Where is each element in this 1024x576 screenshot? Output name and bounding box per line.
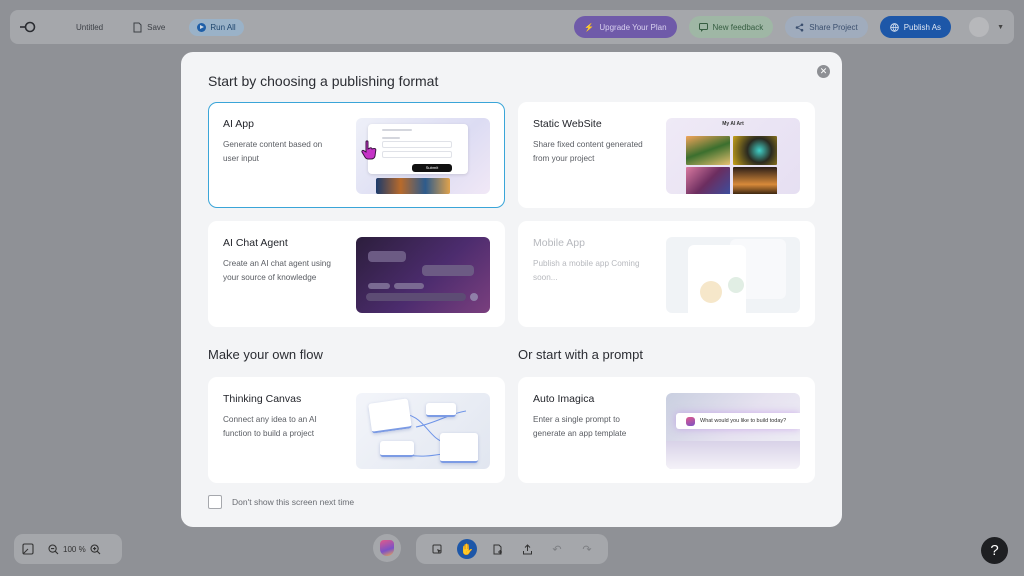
imagica-logo-icon: [686, 416, 695, 426]
undo-icon[interactable]: ↶: [547, 539, 567, 559]
share-project-button[interactable]: Share Project: [785, 16, 868, 38]
feedback-label: New feedback: [712, 22, 764, 32]
save-button[interactable]: Save: [133, 22, 165, 33]
card-auto-imagica[interactable]: Auto Imagica Enter a single prompt to ge…: [518, 377, 815, 483]
zoom-value: 100: [63, 544, 77, 554]
zoom-out-icon[interactable]: [48, 543, 59, 555]
card-ai-chat-agent[interactable]: AI Chat Agent Create an AI chat agent us…: [208, 221, 505, 327]
zoom-in-icon[interactable]: [90, 543, 101, 555]
prompt-question: What would you like to build today?: [700, 418, 787, 424]
ai-chat-agent-preview: [356, 237, 490, 313]
card-title: AI App: [223, 118, 254, 130]
feedback-button[interactable]: New feedback: [688, 16, 774, 38]
website-header: My AI Art: [722, 121, 744, 127]
zoom-unit: %: [78, 544, 86, 554]
card-static-website[interactable]: Static WebSite Share fixed content gener…: [518, 102, 815, 208]
app-logo[interactable]: [20, 21, 40, 33]
section-own-flow: Make your own flow: [208, 347, 323, 362]
globe-icon: [889, 22, 899, 32]
card-description: Generate content based on user input: [223, 140, 323, 163]
lightning-icon: ⚡: [584, 22, 595, 32]
card-description: Share fixed content generated from your …: [533, 140, 643, 163]
card-description: Publish a mobile app Coming soon...: [533, 259, 640, 282]
file-icon: [133, 22, 142, 32]
card-mobile-app: Mobile App Publish a mobile app Coming s…: [518, 221, 815, 327]
top-toolbar: Untitled Save Run All ⚡ Upgrade Your Pla…: [10, 10, 1014, 44]
card-description: Enter a single prompt to generate an app…: [533, 415, 627, 438]
pointer-hand-icon: [361, 140, 377, 160]
card-title: Auto Imagica: [533, 393, 595, 405]
hand-tool-icon[interactable]: ✋: [457, 539, 477, 559]
imagica-logo-icon: [380, 540, 394, 556]
minimap-icon[interactable]: [22, 543, 34, 555]
add-note-icon[interactable]: [487, 539, 507, 559]
help-button[interactable]: ?: [981, 537, 1008, 564]
section-start-prompt: Or start with a prompt: [518, 347, 643, 362]
save-label: Save: [147, 22, 166, 32]
chevron-down-icon[interactable]: ▼: [997, 24, 1004, 31]
modal-title: Start by choosing a publishing format: [208, 73, 439, 89]
card-title: Thinking Canvas: [223, 393, 302, 405]
close-icon[interactable]: ✕: [817, 65, 830, 78]
run-all-label: Run All: [210, 22, 236, 32]
zoom-controls: 100 %: [14, 534, 122, 564]
card-title: AI Chat Agent: [223, 237, 288, 249]
card-description: Connect any idea to an AI function to bu…: [223, 415, 317, 438]
dont-show-row: Don't show this screen next time: [208, 495, 354, 509]
user-avatar[interactable]: [969, 17, 990, 37]
imagica-logo-button[interactable]: [373, 534, 401, 562]
card-description: Create an AI chat agent using your sourc…: [223, 259, 331, 282]
mobile-app-preview: [666, 237, 800, 313]
thinking-canvas-preview: [356, 393, 490, 469]
project-name[interactable]: Untitled: [76, 23, 103, 32]
feedback-icon: [698, 22, 708, 32]
redo-icon[interactable]: ↷: [577, 539, 597, 559]
canvas-tools: ✋ ↶ ↷: [416, 534, 608, 564]
submit-label: Submit: [412, 164, 452, 172]
ai-app-preview: Submit: [356, 118, 490, 194]
card-ai-app[interactable]: AI App Generate content based on user in…: [208, 102, 505, 208]
card-title: Mobile App: [533, 237, 585, 249]
share-icon: [795, 23, 804, 31]
dont-show-checkbox[interactable]: [208, 495, 222, 509]
dont-show-label[interactable]: Don't show this screen next time: [232, 497, 354, 507]
upgrade-plan-button[interactable]: ⚡ Upgrade Your Plan: [574, 16, 677, 38]
card-title: Static WebSite: [533, 118, 602, 130]
auto-imagica-preview: What would you like to build today?: [666, 393, 800, 469]
card-thinking-canvas[interactable]: Thinking Canvas Connect any idea to an A…: [208, 377, 505, 483]
static-website-preview: My AI Art: [666, 118, 800, 194]
publish-label: Publish As: [903, 22, 942, 32]
upgrade-label: Upgrade Your Plan: [599, 22, 667, 32]
select-tool-icon[interactable]: [427, 539, 447, 559]
share-label: Share Project: [809, 22, 858, 32]
upload-icon[interactable]: [517, 539, 537, 559]
publish-format-modal: Start by choosing a publishing format ✕ …: [181, 52, 842, 527]
publish-as-button[interactable]: Publish As: [879, 16, 952, 38]
run-all-button[interactable]: Run All: [189, 18, 244, 36]
play-icon: [197, 22, 207, 32]
